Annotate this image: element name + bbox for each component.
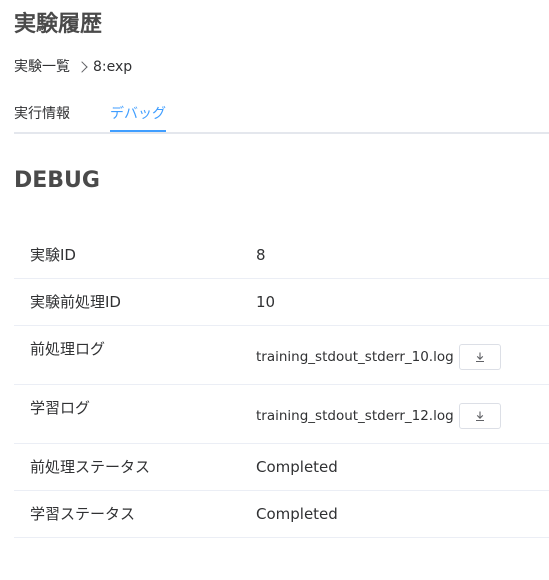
row-value: 10 bbox=[256, 293, 276, 311]
active-tab-indicator bbox=[110, 130, 166, 132]
tab-bar: 実行情報 デバッグ bbox=[14, 98, 549, 134]
log-filename: training_stdout_stderr_10.log bbox=[256, 349, 454, 365]
row-label: 実験前処理ID bbox=[30, 293, 121, 311]
table-row-experiment-id: 実験ID 8 bbox=[14, 232, 549, 279]
row-value: 8 bbox=[256, 246, 266, 264]
status-value: Completed bbox=[256, 458, 338, 476]
breadcrumb-current: 8:exp bbox=[93, 59, 133, 75]
row-label: 学習ログ bbox=[30, 399, 91, 417]
table-row-preprocess-id: 実験前処理ID 10 bbox=[14, 279, 549, 326]
download-icon bbox=[475, 411, 484, 422]
table-row-preprocess-log: 前処理ログ training_stdout_stderr_10.log bbox=[14, 326, 549, 385]
row-label: 前処理ステータス bbox=[30, 458, 151, 476]
page-title: 実験履歴 bbox=[14, 12, 103, 37]
breadcrumb: 実験一覧 8:exp bbox=[14, 56, 132, 78]
download-training-log-button[interactable] bbox=[458, 403, 501, 429]
row-value: training_stdout_stderr_10.log bbox=[256, 344, 501, 370]
tab-execution-info[interactable]: 実行情報 bbox=[14, 104, 70, 124]
table-row-training-status: 学習ステータス Completed bbox=[14, 491, 549, 538]
row-label: 実験ID bbox=[30, 246, 76, 264]
debug-section-title: DEBUG bbox=[14, 168, 100, 193]
row-value: training_stdout_stderr_12.log bbox=[256, 403, 501, 429]
breadcrumb-link-experiment-list[interactable]: 実験一覧 bbox=[14, 56, 70, 78]
status-value: Completed bbox=[256, 505, 338, 523]
table-row-preprocess-status: 前処理ステータス Completed bbox=[14, 444, 549, 491]
row-label: 前処理ログ bbox=[30, 340, 106, 358]
log-filename: training_stdout_stderr_12.log bbox=[256, 408, 454, 424]
table-row-training-log: 学習ログ training_stdout_stderr_12.log bbox=[14, 385, 549, 444]
tab-debug[interactable]: デバッグ bbox=[110, 104, 166, 124]
download-preprocess-log-button[interactable] bbox=[458, 344, 501, 370]
debug-table: 実験ID 8 実験前処理ID 10 前処理ログ training_stdout_… bbox=[14, 232, 549, 538]
chevron-right-icon bbox=[76, 61, 88, 73]
download-icon bbox=[475, 352, 484, 363]
row-label: 学習ステータス bbox=[30, 505, 136, 523]
